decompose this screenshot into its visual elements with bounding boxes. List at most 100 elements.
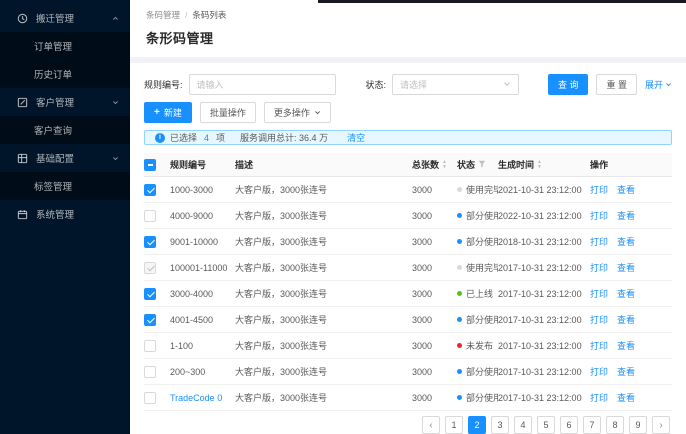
- table-body: 1000-3000 大客户版，3000张连号 3000 使用完毕 2021-10…: [144, 177, 672, 411]
- page-button-9[interactable]: 9: [629, 416, 647, 434]
- table-row: 3000-4000 大客户版，3000张连号 3000 已上线 2017-10-…: [144, 281, 672, 307]
- breadcrumb-separator: /: [185, 10, 187, 20]
- sidebar-item[interactable]: 系统管理: [0, 200, 130, 228]
- row-checkbox[interactable]: [144, 236, 156, 248]
- sidebar-item[interactable]: 订单管理: [0, 32, 130, 60]
- row-checkbox[interactable]: [144, 340, 156, 352]
- view-link[interactable]: 查看: [617, 183, 635, 196]
- row-checkbox[interactable]: [144, 184, 156, 196]
- status-placeholder: 请选择: [400, 78, 427, 91]
- table-icon: [16, 152, 28, 164]
- status-text: 已上线: [466, 287, 493, 300]
- info-icon: i: [155, 133, 165, 143]
- sidebar-item[interactable]: 标签管理: [0, 172, 130, 200]
- sidebar-item[interactable]: 基础配置: [0, 144, 130, 172]
- status-text: 部分使用: [466, 313, 498, 326]
- pagination: ‹ 123456789 ›: [144, 416, 672, 434]
- page-button-3[interactable]: 3: [491, 416, 509, 434]
- cell-rule-no[interactable]: TradeCode 0: [170, 393, 235, 403]
- print-link[interactable]: 打印: [590, 209, 608, 222]
- row-checkbox[interactable]: [144, 314, 156, 326]
- cell-description: 大客户版，3000张连号: [235, 313, 412, 326]
- clear-selection-link[interactable]: 清空: [347, 131, 365, 144]
- sort-icon[interactable]: ▲▼: [537, 160, 542, 168]
- sidebar-item[interactable]: 客户查询: [0, 116, 130, 144]
- prev-page-button[interactable]: ‹: [422, 416, 440, 434]
- chevron-down-icon: [314, 108, 321, 118]
- row-checkbox[interactable]: [144, 262, 156, 274]
- more-operations-dropdown[interactable]: 更多操作: [264, 102, 331, 123]
- row-checkbox[interactable]: [144, 392, 156, 404]
- batch-operation-button[interactable]: 批量操作: [200, 102, 256, 123]
- expand-link[interactable]: 展开: [645, 78, 672, 91]
- reset-button[interactable]: 重 置: [596, 74, 637, 95]
- print-link[interactable]: 打印: [590, 313, 608, 326]
- page-button-1[interactable]: 1: [445, 416, 463, 434]
- main-content: 条码管理 / 条码列表 条形码管理 规则编号: 请输入 状态: 请选择 查: [130, 0, 686, 434]
- rule-no-input[interactable]: 请输入: [189, 74, 336, 95]
- page-button-2[interactable]: 2: [468, 416, 486, 434]
- print-link[interactable]: 打印: [590, 235, 608, 248]
- view-link[interactable]: 查看: [617, 391, 635, 404]
- print-link[interactable]: 打印: [590, 287, 608, 300]
- cell-generated-time: 2017-10-31 23:12:00: [498, 341, 590, 351]
- breadcrumb-item-barcode-list: 条码列表: [192, 9, 226, 21]
- cell-total: 3000: [412, 263, 457, 273]
- breadcrumb-item-barcode-management[interactable]: 条码管理: [146, 9, 180, 21]
- next-page-button[interactable]: ›: [652, 416, 670, 434]
- new-button[interactable]: + 新建: [144, 102, 192, 123]
- print-link[interactable]: 打印: [590, 261, 608, 274]
- status-select[interactable]: 请选择: [392, 74, 519, 95]
- row-checkbox[interactable]: [144, 210, 156, 222]
- sidebar-item-label: 历史订单: [34, 67, 72, 81]
- sidebar-item-label: 客户查询: [34, 123, 72, 137]
- select-all-checkbox[interactable]: [144, 159, 156, 171]
- header-total: 总张数: [412, 158, 439, 171]
- view-link[interactable]: 查看: [617, 209, 635, 222]
- filter-icon[interactable]: [478, 160, 486, 170]
- cell-status: 未发布: [457, 339, 498, 352]
- page-header: 条码管理 / 条码列表 条形码管理: [130, 0, 686, 57]
- filter-actions: 查 询 重 置 展开: [548, 74, 672, 95]
- print-link[interactable]: 打印: [590, 365, 608, 378]
- status-dot-icon: [457, 291, 462, 296]
- sidebar-item[interactable]: 客户管理: [0, 88, 130, 116]
- page-button-7[interactable]: 7: [583, 416, 601, 434]
- sidebar-item-label: 订单管理: [34, 39, 72, 53]
- print-link[interactable]: 打印: [590, 391, 608, 404]
- cell-rule-no: 200~300: [170, 367, 235, 377]
- view-link[interactable]: 查看: [617, 287, 635, 300]
- view-link[interactable]: 查看: [617, 365, 635, 378]
- page-button-5[interactable]: 5: [537, 416, 555, 434]
- service-call-total: 服务调用总计: 36.4 万: [240, 131, 328, 144]
- calendar-icon: [16, 208, 28, 220]
- view-link[interactable]: 查看: [617, 235, 635, 248]
- cell-description: 大客户版，3000张连号: [235, 287, 412, 300]
- cell-generated-time: 2018-10-31 23:12:00: [498, 237, 590, 247]
- cell-rule-no: 9001-10000: [170, 237, 235, 247]
- page-button-4[interactable]: 4: [514, 416, 532, 434]
- row-checkbox[interactable]: [144, 288, 156, 300]
- header-status: 状态: [457, 158, 475, 171]
- cell-status: 部分使用: [457, 209, 498, 222]
- view-link[interactable]: 查看: [617, 313, 635, 326]
- sidebar-item[interactable]: 搬迁管理: [0, 4, 130, 32]
- sort-icon[interactable]: ▲▼: [442, 160, 447, 168]
- more-operations-label: 更多操作: [274, 106, 310, 119]
- header-description: 描述: [235, 158, 412, 171]
- print-link[interactable]: 打印: [590, 183, 608, 196]
- page-button-8[interactable]: 8: [606, 416, 624, 434]
- view-link[interactable]: 查看: [617, 261, 635, 274]
- row-checkbox[interactable]: [144, 366, 156, 378]
- page-button-6[interactable]: 6: [560, 416, 578, 434]
- search-button[interactable]: 查 询: [548, 74, 589, 95]
- status-text: 使用完毕: [466, 183, 498, 196]
- table-row: 1000-3000 大客户版，3000张连号 3000 使用完毕 2021-10…: [144, 177, 672, 203]
- sidebar-item[interactable]: 历史订单: [0, 60, 130, 88]
- cell-rule-no: 4000-9000: [170, 211, 235, 221]
- view-link[interactable]: 查看: [617, 339, 635, 352]
- status-dot-icon: [457, 317, 462, 322]
- page-title: 条形码管理: [146, 28, 670, 47]
- print-link[interactable]: 打印: [590, 339, 608, 352]
- status-dot-icon: [457, 395, 462, 400]
